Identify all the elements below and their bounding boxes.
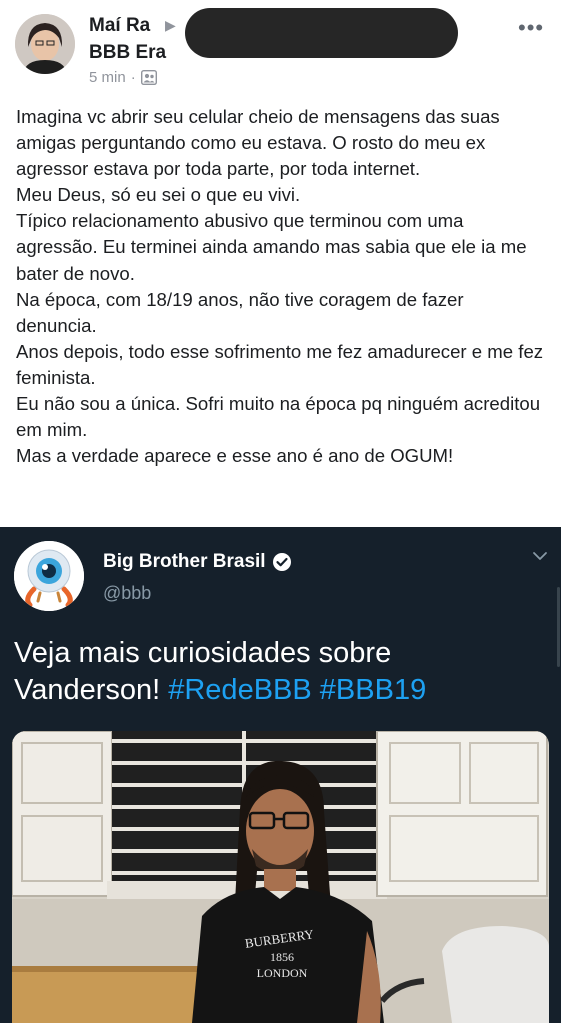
tweet-author-name[interactable]: Big Brother Brasil xyxy=(103,551,292,573)
chevron-down-icon[interactable] xyxy=(531,547,549,565)
meta-separator: · xyxy=(130,69,136,86)
tweet-author-avatar[interactable] xyxy=(14,541,84,611)
scrollbar[interactable] xyxy=(557,587,560,667)
photo-man-by-window: BURBERRY 1856 LONDON xyxy=(12,731,549,1023)
post-paragraph: Na época, com 18/19 anos, não tive corag… xyxy=(16,288,464,336)
hashtag-link[interactable]: #RedeBBB xyxy=(168,674,312,706)
post-body: Imagina vc abrir seu celular cheio de me… xyxy=(16,104,546,469)
group-privacy-icon xyxy=(140,70,157,85)
avatar-photo xyxy=(15,14,75,74)
tweet-author-handle[interactable]: @bbb xyxy=(103,583,151,604)
post-paragraph: Meu Deus, só eu sei o que eu vivi. xyxy=(16,184,301,206)
post-paragraph: Típico relacionamento abusivo que termin… xyxy=(16,210,527,284)
group-name[interactable]: BBB Era xyxy=(89,42,166,64)
post-paragraph: Mas a verdade aparece e esse ano é ano d… xyxy=(16,445,454,467)
post-meta: 5 min · xyxy=(89,69,157,86)
post-paragraph: Imagina vc abrir seu celular cheio de me… xyxy=(16,106,500,180)
post-paragraph: Eu não sou a única. Sofri muito na época… xyxy=(16,393,541,441)
more-options-button[interactable]: ••• xyxy=(518,17,544,39)
hashtag-link[interactable]: #BBB19 xyxy=(320,674,426,706)
post-paragraph: Anos depois, todo esse sofrimento me fez… xyxy=(16,340,544,388)
verified-badge-icon xyxy=(272,553,291,571)
redacted-group-name xyxy=(185,8,458,58)
author-name[interactable]: Maí Ra xyxy=(89,15,150,37)
bbb-eye-logo xyxy=(14,541,84,611)
post-timestamp[interactable]: 5 min xyxy=(89,69,126,86)
tweet-author-name-text: Big Brother Brasil xyxy=(103,551,266,572)
author-avatar[interactable] xyxy=(15,14,75,74)
shirt-text: LONDON xyxy=(257,966,308,980)
tweet-photo[interactable]: BURBERRY 1856 LONDON xyxy=(12,731,549,1023)
facebook-post: Maí Ra ▶ BBB Era 5 min · ••• Imagina vc … xyxy=(0,0,561,527)
shared-to-arrow-icon: ▶ xyxy=(165,17,176,33)
shirt-text: 1856 xyxy=(270,950,294,964)
embedded-tweet: Big Brother Brasil @bbb Veja mais curios… xyxy=(0,527,561,1023)
tweet-text: Veja mais curiosidades sobre Vanderson! … xyxy=(14,635,544,709)
